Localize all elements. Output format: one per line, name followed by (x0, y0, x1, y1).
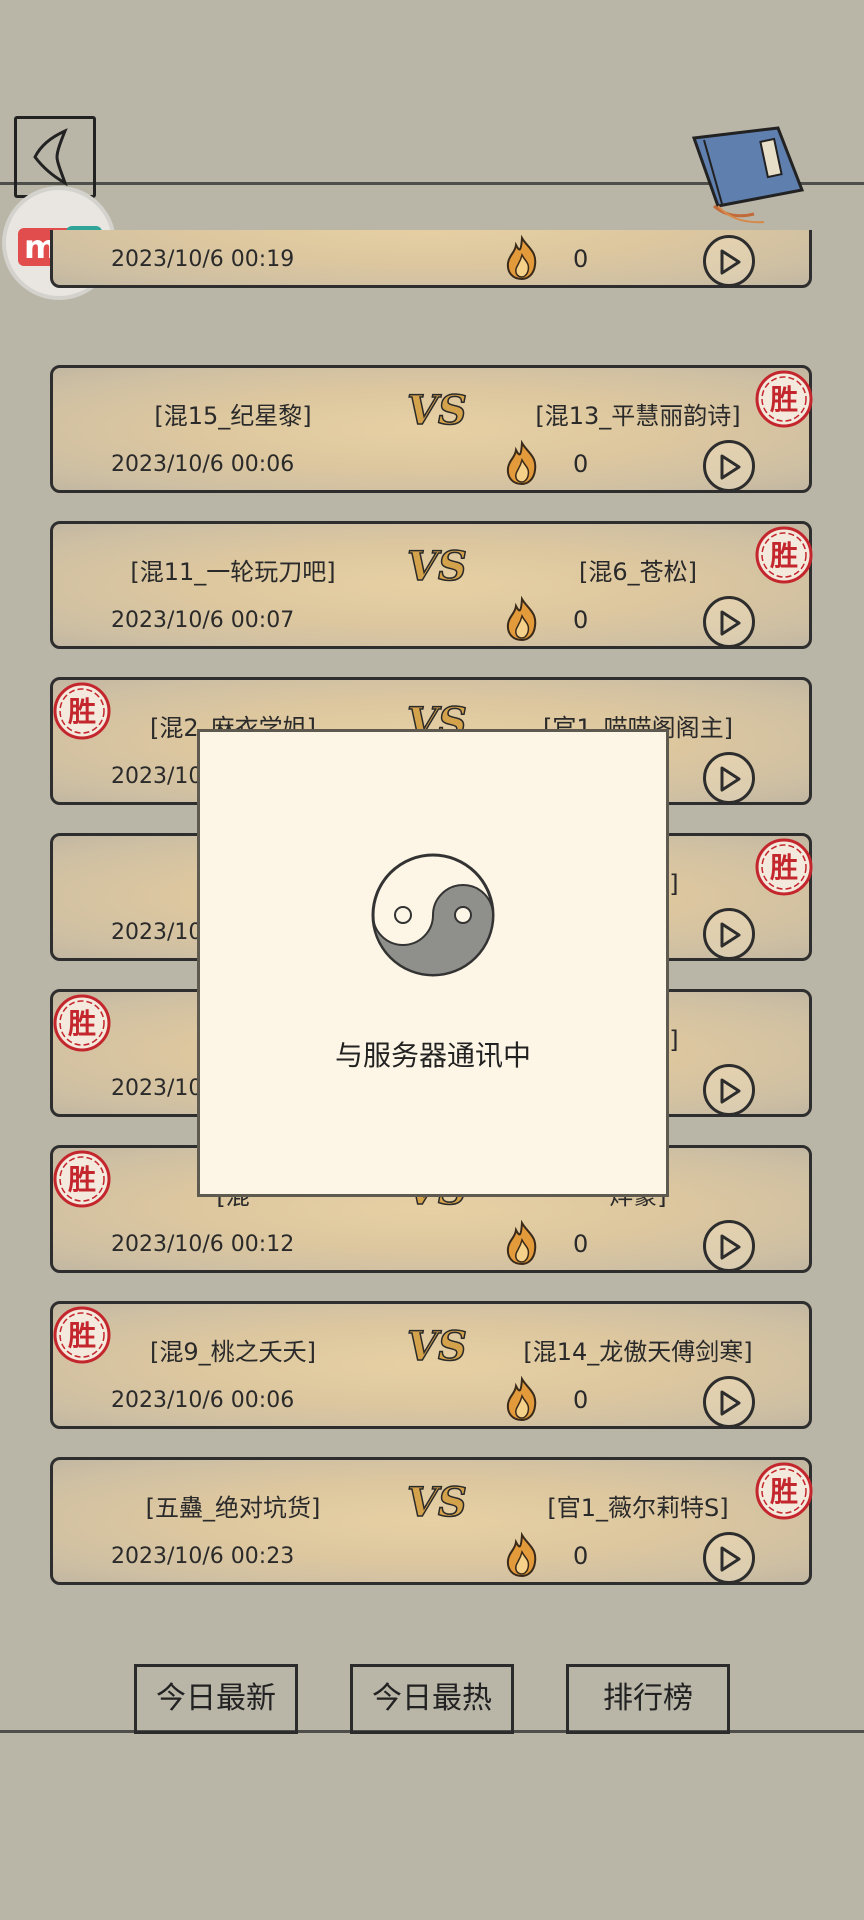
vs-icon: VS (406, 1478, 467, 1526)
svg-text:胜: 胜 (68, 1007, 96, 1040)
player-left-name: [五蠱_绝对坑货] (145, 1494, 321, 1522)
play-button[interactable] (703, 1376, 755, 1428)
play-button[interactable] (703, 235, 755, 287)
svg-text:胜: 胜 (770, 539, 798, 572)
player-left-name: [混15_纪星黎] (154, 402, 312, 430)
svg-text:VS: VS (407, 1479, 467, 1526)
match-card: [混15_纪星黎] VS [混13_平慧丽韵诗] 2023/10/6 00:06 … (50, 365, 813, 493)
play-icon (720, 922, 741, 948)
play-button[interactable] (703, 596, 755, 648)
loading-dialog: 与服务器通讯中 (197, 729, 669, 1197)
heat-count: 0 (573, 1542, 589, 1570)
match-card: [五蠱_绝对坑货] VS [官1_薇尔莉特S] 2023/10/6 00:23 0… (50, 1457, 813, 1585)
play-icon (720, 610, 741, 636)
match-date: 2023/10/6 00:12 (111, 1232, 295, 1257)
svg-text:胜: 胜 (770, 1475, 798, 1508)
fire-icon (506, 440, 537, 486)
win-stamp-icon: 胜 (53, 682, 111, 740)
heat-count: 0 (573, 606, 589, 634)
vs-icon: VS (406, 386, 467, 434)
back-arrow-icon (33, 128, 68, 187)
vs-icon: VS (406, 542, 467, 590)
match-card: [混11_一轮玩刀吧] VS [混6_苍松] 2023/10/6 00:07 0 … (50, 521, 813, 649)
vs-icon: VS (406, 1322, 467, 1370)
player-right-name: [官1_薇尔莉特S] (547, 1494, 729, 1522)
play-icon (720, 1390, 741, 1416)
tab-today-newest[interactable]: 今日最新 (134, 1664, 298, 1734)
match-date: 2023/10/6 00:19 (111, 247, 295, 272)
heat-count: 0 (573, 1230, 589, 1258)
play-icon (720, 1078, 741, 1104)
tab-leaderboard[interactable]: 排行榜 (566, 1664, 730, 1734)
fire-icon (506, 1532, 537, 1578)
play-icon (720, 1234, 741, 1260)
svg-text:胜: 胜 (770, 383, 798, 416)
fire-icon (506, 596, 537, 642)
match-date: 2023/10/6 00:23 (111, 1544, 295, 1569)
heat-count: 0 (573, 245, 589, 273)
match-date: 2023/10/6 00:06 (111, 1388, 295, 1413)
win-stamp-icon: 胜 (755, 1462, 813, 1520)
player-right-name: [混14_龙傲天傅剑寒] (523, 1338, 753, 1366)
play-button[interactable] (703, 1064, 755, 1116)
play-button[interactable] (703, 1532, 755, 1584)
play-icon (720, 454, 741, 480)
play-icon (720, 1546, 741, 1572)
svg-text:VS: VS (407, 387, 467, 434)
book-icon[interactable] (684, 124, 812, 224)
play-icon (720, 766, 741, 792)
win-stamp-icon: 胜 (755, 838, 813, 896)
win-stamp-icon: 胜 (53, 994, 111, 1052)
loading-message: 与服务器通讯中 (334, 1039, 531, 1072)
player-right-name: [混6_苍松] (579, 558, 697, 586)
fire-icon (506, 1220, 537, 1266)
svg-text:VS: VS (407, 1323, 467, 1370)
player-left-name: [混9_桃之夭夭] (150, 1338, 316, 1366)
match-date: 2023/10 (111, 764, 203, 789)
match-card: VS 2023/10/6 00:19 0 (50, 230, 812, 288)
svg-text:胜: 胜 (68, 1319, 96, 1352)
svg-text:胜: 胜 (770, 851, 798, 884)
win-stamp-icon: 胜 (53, 1306, 111, 1364)
yin-yang-icon (371, 853, 495, 977)
player-right-name: [混13_平慧丽韵诗] (535, 402, 741, 430)
win-stamp-icon: 胜 (53, 1150, 111, 1208)
win-stamp-icon: 胜 (755, 526, 813, 584)
win-stamp-icon: 胜 (755, 370, 813, 428)
play-icon (720, 249, 741, 275)
fire-icon (506, 235, 537, 281)
match-date: 2023/10/6 00:06 (111, 452, 295, 477)
status-bar (0, 0, 864, 92)
play-button[interactable] (703, 1220, 755, 1272)
fire-icon (506, 1376, 537, 1422)
match-date: 2023/10/6 00:07 (111, 608, 295, 633)
player-left-name: [混11_一轮玩刀吧] (130, 558, 336, 586)
heat-count: 0 (573, 450, 589, 478)
match-date: 2023/10 (111, 920, 203, 945)
heat-count: 0 (573, 1386, 589, 1414)
play-button[interactable] (703, 440, 755, 492)
svg-text:胜: 胜 (68, 695, 96, 728)
match-card: [混9_桃之夭夭] VS [混14_龙傲天傅剑寒] 2023/10/6 00:06… (50, 1301, 812, 1429)
svg-text:VS: VS (407, 543, 467, 590)
play-button[interactable] (703, 752, 755, 804)
tab-today-hottest[interactable]: 今日最热 (350, 1664, 514, 1734)
svg-text:胜: 胜 (68, 1163, 96, 1196)
play-button[interactable] (703, 908, 755, 960)
match-date: 2023/10 (111, 1076, 203, 1101)
